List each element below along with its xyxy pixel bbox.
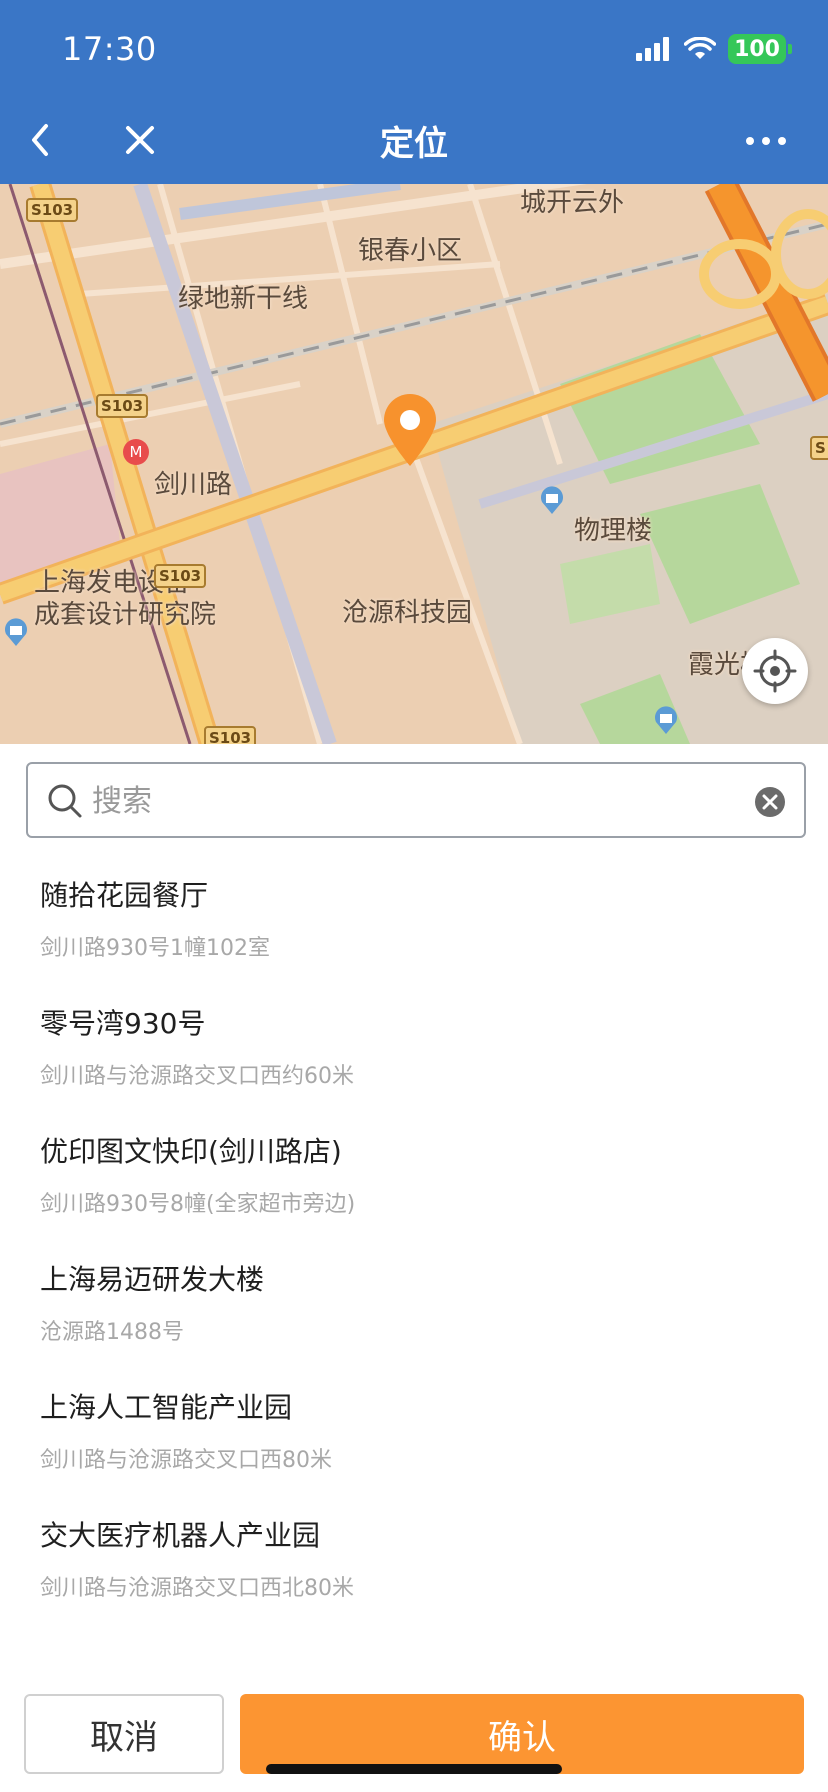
map-label-chengkai: 城开云外 xyxy=(520,188,625,218)
result-name: 上海人工智能产业园 xyxy=(40,1391,293,1424)
map-label-cangyuan: 沧源科技园 xyxy=(342,598,473,628)
map-view[interactable]: 城开云外 银春小区 绿地新干线 剑川路 物理楼 上海发电设备 成套设计研究院 沧… xyxy=(0,184,828,744)
map-label-lvdi: 绿地新干线 xyxy=(178,284,309,314)
road-badge: S xyxy=(810,436,828,460)
result-address: 剑川路与沧源路交叉口西北80米 xyxy=(40,1576,354,1601)
home-indicator xyxy=(266,1764,562,1774)
road-badge: S103 xyxy=(204,726,257,744)
building-poi-icon xyxy=(5,618,28,646)
metro-station-icon: M xyxy=(123,439,149,465)
search-icon xyxy=(48,784,82,818)
result-address: 剑川路930号8幢(全家超市旁边) xyxy=(40,1192,356,1217)
result-address: 剑川路930号1幢102室 xyxy=(40,936,270,961)
search-input[interactable] xyxy=(92,774,732,828)
svg-text:M: M xyxy=(130,443,143,461)
clear-search-icon[interactable] xyxy=(754,786,786,818)
map-label-yinchun: 银春小区 xyxy=(358,236,463,266)
poi-result-list: 随拾花园餐厅 剑川路930号1幢102室 零号湾930号 剑川路与沧源路交叉口西… xyxy=(0,858,828,1626)
status-icons: 100 xyxy=(636,34,792,64)
map-label-fadian-2: 成套设计研究院 xyxy=(34,600,217,630)
list-item[interactable]: 零号湾930号 剑川路与沧源路交叉口西约60米 xyxy=(0,986,828,1114)
confirm-button[interactable]: 确认 xyxy=(240,1694,804,1774)
list-item[interactable]: 优印图文快印(剑川路店) 剑川路930号8幢(全家超市旁边) xyxy=(0,1114,828,1242)
result-name: 随拾花园餐厅 xyxy=(40,879,209,912)
result-name: 上海易迈研发大楼 xyxy=(40,1263,265,1296)
result-name: 零号湾930号 xyxy=(40,1007,206,1040)
result-address: 剑川路与沧源路交叉口西80米 xyxy=(40,1448,332,1473)
cancel-button[interactable]: 取消 xyxy=(24,1694,224,1774)
result-name: 优印图文快印(剑川路店) xyxy=(40,1135,342,1168)
road-badge: S103 xyxy=(26,198,79,222)
building-poi-icon xyxy=(655,706,677,734)
crosshair-icon xyxy=(753,649,797,693)
more-icon[interactable] xyxy=(744,126,788,156)
locate-me-button[interactable] xyxy=(742,638,808,704)
search-box[interactable] xyxy=(26,762,806,838)
status-time: 17:30 xyxy=(62,30,157,68)
list-item[interactable]: 上海易迈研发大楼 沧源路1488号 xyxy=(0,1242,828,1370)
result-name: 交大医疗机器人产业园 xyxy=(40,1519,321,1552)
list-item[interactable]: 交大医疗机器人产业园 剑川路与沧源路交叉口西北80米 xyxy=(0,1498,828,1626)
building-poi-icon xyxy=(541,486,563,514)
signal-icon xyxy=(636,37,670,61)
battery-level: 100 xyxy=(728,34,786,64)
result-address: 剑川路与沧源路交叉口西约60米 xyxy=(40,1064,354,1089)
list-item[interactable]: 上海人工智能产业园 剑川路与沧源路交叉口西80米 xyxy=(0,1370,828,1498)
battery-icon: 100 xyxy=(728,34,792,64)
page-title: 定位 xyxy=(380,124,448,164)
map-label-wuli: 物理楼 xyxy=(574,516,653,546)
result-address: 沧源路1488号 xyxy=(40,1320,184,1345)
app-header: 17:30 100 定位 xyxy=(0,0,828,184)
location-pin-icon xyxy=(384,394,436,466)
road-badge: S103 xyxy=(154,564,207,588)
wifi-icon xyxy=(684,37,717,59)
map-label-jianchuan: 剑川路 xyxy=(154,470,233,500)
list-item[interactable]: 随拾花园餐厅 剑川路930号1幢102室 xyxy=(0,858,828,986)
road-badge: S103 xyxy=(96,394,149,418)
